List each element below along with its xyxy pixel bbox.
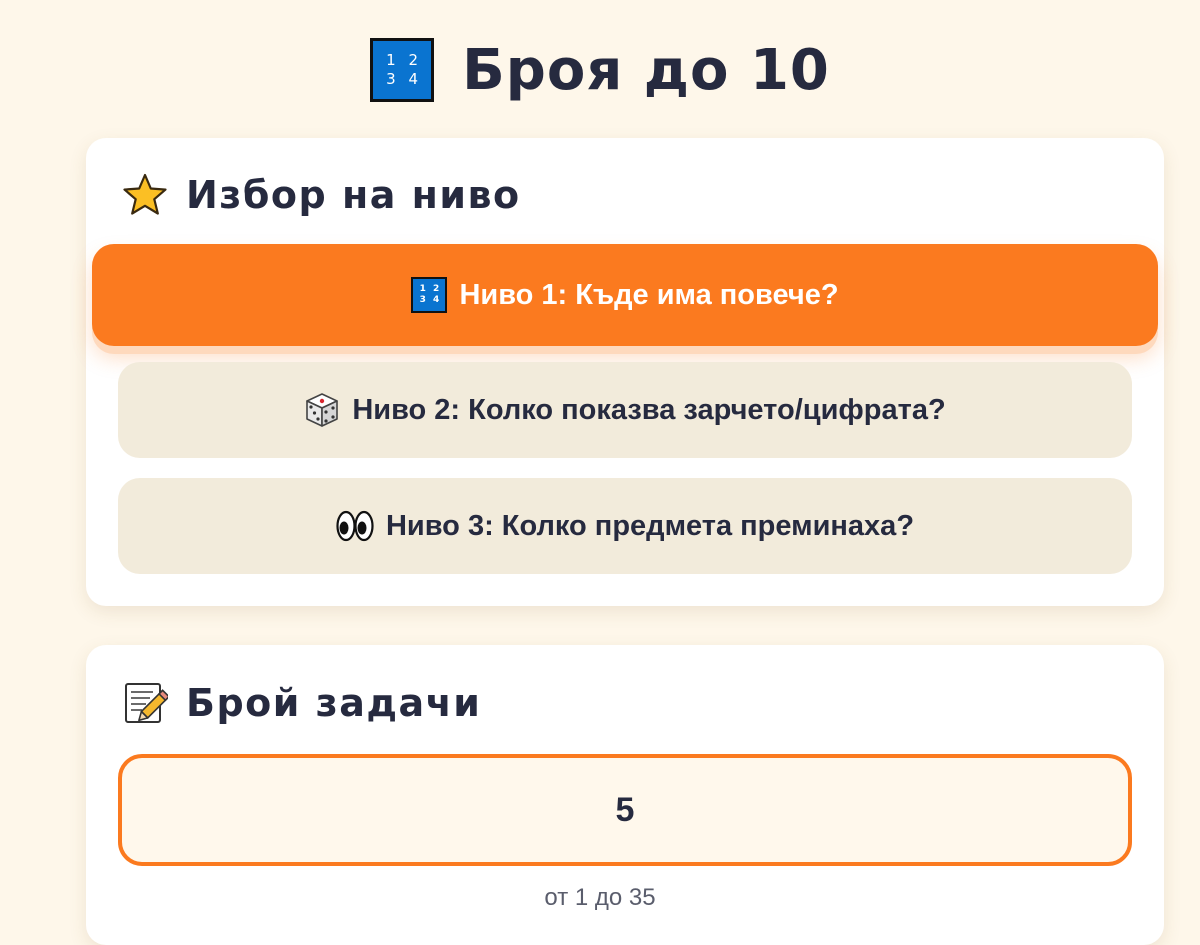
input-numbers-keycap-icon: 1 2 3 4 — [370, 38, 435, 102]
level-1-button[interactable]: 1 2 3 4 Ниво 1: Къде има повече? — [92, 244, 1158, 346]
level-3-label: Ниво 3: Колко предмета преминаха? — [385, 509, 915, 542]
page-title: 1 2 3 4 Броя до 10 — [0, 34, 1200, 106]
task-section-title: Брой задачи — [186, 681, 482, 725]
memo-pencil-icon — [122, 680, 168, 726]
input-numbers-keycap-icon: 1 2 3 4 — [411, 277, 448, 313]
level-2-label: Ниво 2: Колко показва зарчето/цифрата? — [352, 393, 946, 426]
star-icon — [122, 172, 168, 218]
level-section-heading: Избор на ниво — [122, 172, 521, 218]
task-section-heading: Брой задачи — [122, 680, 481, 726]
level-3-button[interactable]: Ниво 3: Колко предмета преминаха? — [118, 478, 1132, 574]
level-section-title: Избор на ниво — [186, 173, 521, 217]
page-title-text: Броя до 10 — [462, 37, 830, 103]
dice-icon — [304, 392, 340, 428]
task-count-field[interactable] — [118, 754, 1132, 866]
level-1-label: Ниво 1: Къде има повече? — [459, 278, 839, 311]
range-hint: от 1 до 35 — [544, 884, 656, 911]
task-count-input[interactable] — [122, 789, 1128, 831]
level-2-button[interactable]: Ниво 2: Колко показва зарчето/цифрата? — [118, 362, 1132, 458]
eyes-icon — [336, 510, 374, 542]
